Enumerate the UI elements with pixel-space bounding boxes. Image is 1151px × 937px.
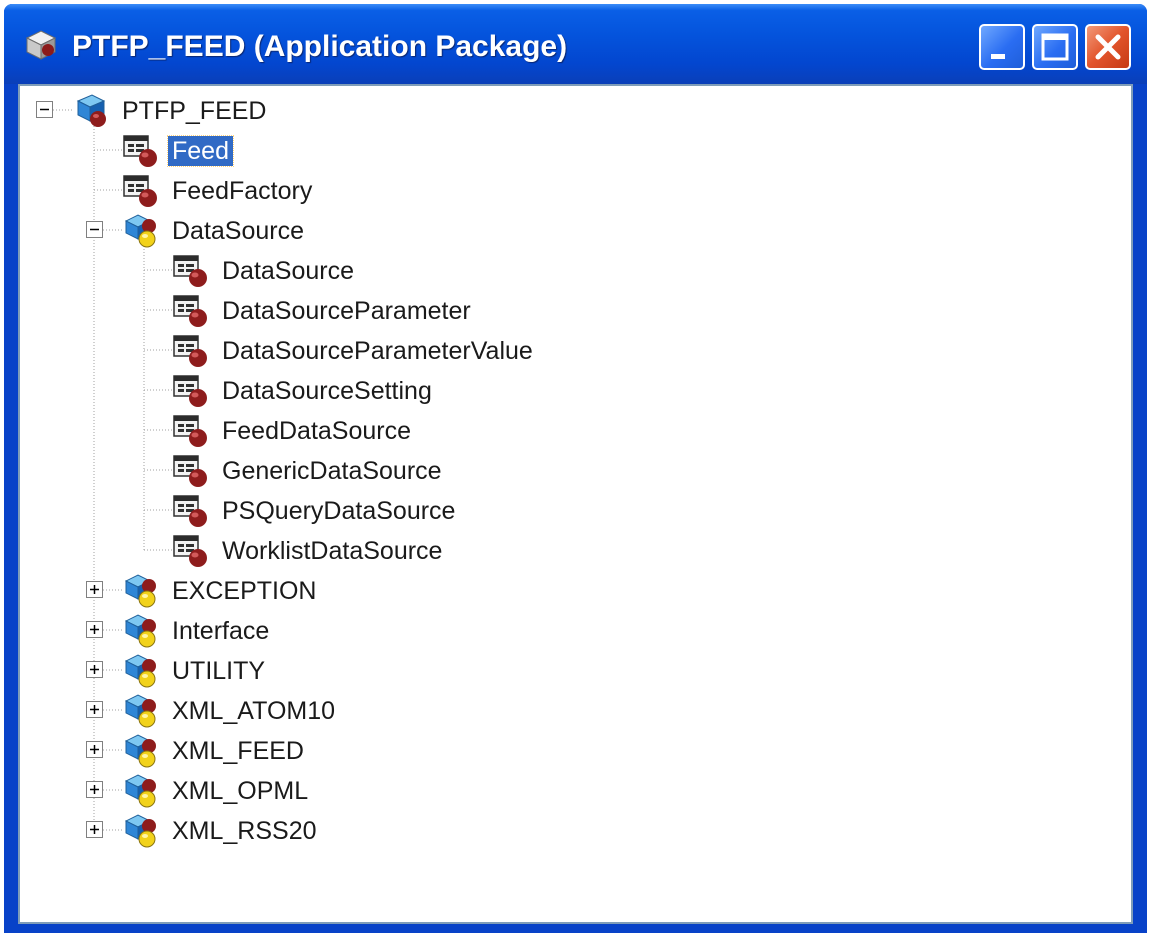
tree-node-label: WorklistDataSource [222,537,443,565]
subpackage-icon [124,774,156,808]
tree-node-label: Interface [172,617,270,645]
expand-toggle-xml-rss20[interactable] [86,821,103,838]
package-tree-view[interactable]: PTFP_FEED Feed FeedFactory DataSource Da… [18,84,1133,924]
tree-node-label: PSQueryDataSource [222,497,456,525]
tree-node-label: UTILITY [172,657,266,685]
tree-node-label: GenericDataSource [222,457,442,485]
collapse-toggle-datasource[interactable] [86,221,103,238]
class-icon [123,135,157,167]
class-icon [173,415,207,447]
tree-node-label: FeedDataSource [222,417,412,445]
subpackage-icon [124,574,156,608]
plus-icon [90,825,99,834]
class-icon [173,535,207,567]
plus-icon [90,705,99,714]
package-icon [76,94,106,127]
tree-node-label: Feed [167,135,234,167]
plus-icon [90,625,99,634]
tree-node-label: DataSource [172,217,305,245]
expand-toggle-utility[interactable] [86,661,103,678]
expand-toggle-xml-atom10[interactable] [86,701,103,718]
maximize-button[interactable] [1032,24,1078,70]
subpackage-icon [124,814,156,848]
minus-icon [90,228,99,231]
tree-node-label: EXCEPTION [172,577,317,605]
class-icon [173,375,207,407]
title-bar[interactable]: PTFP_FEED (Application Package) [4,4,1147,84]
minimize-button[interactable] [979,24,1025,70]
plus-icon [90,585,99,594]
collapse-toggle-root[interactable] [36,101,53,118]
plus-icon [90,785,99,794]
tree-node-label: XML_RSS20 [172,817,317,845]
package-window-icon [25,30,57,60]
close-icon [1095,34,1121,60]
maximize-icon [1041,33,1069,61]
plus-icon [90,745,99,754]
tree-node-label: XML_OPML [172,777,309,805]
tree-node-label: XML_FEED [172,737,304,765]
class-icon [123,175,157,207]
class-icon [173,255,207,287]
subpackage-icon [124,214,156,248]
expand-toggle-interface[interactable] [86,621,103,638]
class-icon [173,495,207,527]
subpackage-icon [124,734,156,768]
application-package-window: PTFP_FEED (Application Package) PTFP_FEE… [4,4,1147,933]
minus-icon [40,108,49,111]
expand-toggle-xml-feed[interactable] [86,741,103,758]
tree-node-label: DataSource [222,257,355,285]
tree-node-label: PTFP_FEED [122,97,267,125]
close-button[interactable] [1085,24,1131,70]
subpackage-icon [124,694,156,728]
tree-node-label: DataSourceParameter [222,297,471,325]
tree-node-label: DataSourceParameterValue [222,337,533,365]
subpackage-icon [124,654,156,688]
tree-node-label: XML_ATOM10 [172,697,336,725]
class-icon [173,335,207,367]
window-title: PTFP_FEED (Application Package) [72,30,568,63]
class-icon [173,295,207,327]
class-icon [173,455,207,487]
minimize-icon [991,54,1005,59]
expand-toggle-xml-opml[interactable] [86,781,103,798]
expand-toggle-exception[interactable] [86,581,103,598]
plus-icon [90,665,99,674]
tree-node-label: FeedFactory [172,177,313,205]
tree-node-label: DataSourceSetting [222,377,432,405]
subpackage-icon [124,614,156,648]
